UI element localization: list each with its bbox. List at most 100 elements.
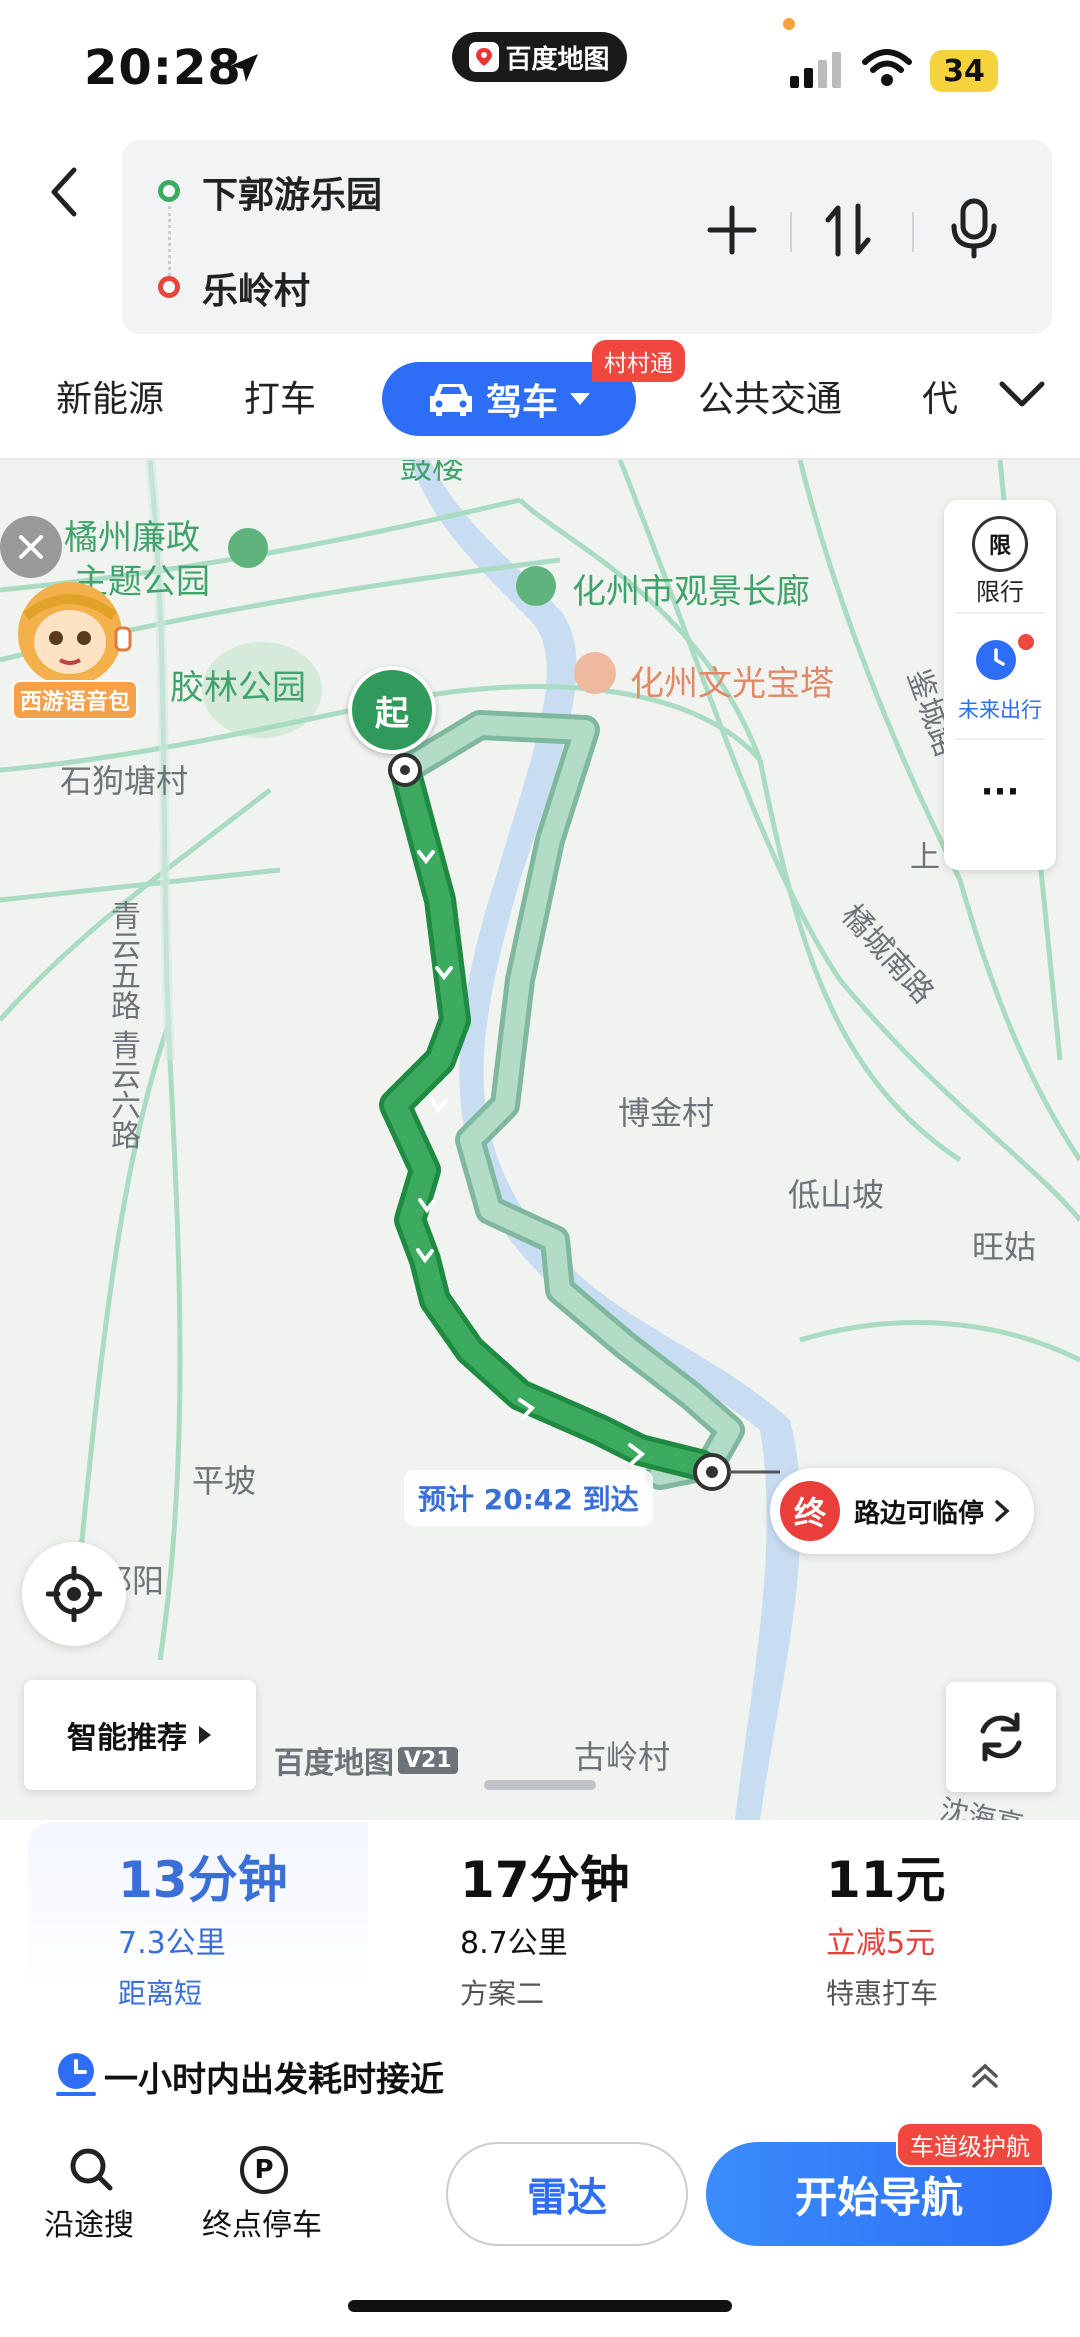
monkey-avatar-icon	[18, 582, 132, 686]
refresh-icon	[980, 1712, 1022, 1762]
destination-parking-label[interactable]: 终点停车	[202, 2200, 322, 2244]
wifi-icon	[862, 48, 912, 92]
map-label: 鼓楼	[400, 460, 465, 486]
close-icon	[19, 535, 43, 559]
home-indicator[interactable]	[348, 2300, 732, 2312]
tab-drive-label: 驾车	[485, 382, 558, 423]
baidu-map-logo-icon	[469, 42, 500, 72]
map-tools-panel: 限 限行 未来出行 ···	[944, 500, 1056, 870]
option-tag: 特惠打车	[826, 1977, 939, 2010]
map-label: 胶林公园	[170, 668, 306, 708]
voice-pack-avatar[interactable]: 西游语音包	[8, 576, 138, 720]
map-label: 化州文光宝塔	[630, 664, 834, 704]
map-label: 化州市观景长廊	[572, 572, 810, 612]
eta-label: 预计 20:42 到达	[404, 1470, 653, 1526]
more-options-icon[interactable]: ···	[944, 775, 1056, 809]
option-distance: 7.3公里	[118, 1926, 226, 1961]
tab-taxi[interactable]: 打车	[244, 370, 316, 422]
map-label: 上	[910, 840, 940, 875]
map-label: 古岭村	[574, 1738, 671, 1776]
future-travel-label[interactable]: 未来出行	[944, 694, 1056, 724]
map-label: 旺姑	[972, 1228, 1037, 1266]
chevron-down-icon	[570, 393, 590, 405]
route-option-1[interactable]: 13分钟 7.3公里 距离短	[118, 1840, 288, 2012]
locate-button[interactable]	[22, 1542, 126, 1646]
start-input[interactable]: 下郭游乐园	[202, 166, 382, 218]
search-icon[interactable]	[68, 2146, 114, 2196]
add-waypoint-icon[interactable]	[706, 204, 758, 260]
notification-dot	[1018, 634, 1034, 650]
map-label: 石狗塘村	[60, 762, 189, 800]
back-button[interactable]	[44, 162, 84, 222]
route-option-2[interactable]: 17分钟 8.7公里 方案二	[460, 1840, 630, 2012]
option-discount: 立减5元	[826, 1926, 936, 1961]
clock-tip-icon	[56, 2052, 98, 2100]
option-tag: 方案二	[460, 1977, 545, 2010]
map-label: 橘州廉政	[64, 518, 200, 558]
option-tag: 距离短	[118, 1977, 203, 2010]
end-marker: 终	[780, 1481, 840, 1541]
depart-tip[interactable]: 一小时内出发耗时接近	[104, 2052, 444, 2101]
option-time: 17分钟	[460, 1851, 630, 1909]
locate-icon	[46, 1566, 102, 1622]
end-input[interactable]: 乐岭村	[202, 262, 310, 314]
smart-recommend-label: 智能推荐	[67, 1721, 187, 1756]
parking-icon[interactable]: P	[240, 2146, 288, 2194]
app-name: 百度地图	[505, 44, 610, 75]
watermark-version: V21	[398, 1746, 458, 1774]
map-label: 博金村	[618, 1094, 715, 1132]
sheet-drag-handle[interactable]	[484, 1780, 596, 1790]
close-voice-pack-button[interactable]	[0, 516, 62, 578]
park-poi-icon	[228, 528, 268, 568]
refresh-route-button[interactable]	[946, 1682, 1056, 1792]
clock-icon[interactable]	[976, 640, 1016, 680]
restrict-label[interactable]: 限行	[944, 572, 1056, 607]
location-arrow-icon	[226, 50, 262, 90]
route-connector	[168, 206, 173, 276]
privacy-indicator	[783, 18, 795, 30]
divider	[912, 212, 914, 252]
map-label: 青云五路 青云六路	[105, 900, 140, 1150]
divider	[956, 612, 1044, 614]
triangle-right-icon	[199, 1726, 211, 1744]
park-poi-icon	[516, 566, 556, 606]
option-distance: 8.7公里	[460, 1926, 568, 1961]
car-icon	[429, 384, 472, 416]
lane-guard-badge: 车道级护航	[896, 2122, 1044, 2167]
start-marker[interactable]: 起	[348, 666, 436, 754]
app-indicator[interactable]: 百度地图	[452, 32, 627, 82]
option-time: 13分钟	[118, 1851, 288, 1909]
radar-button[interactable]: 雷达	[446, 2142, 688, 2246]
restrict-icon[interactable]: 限	[972, 516, 1028, 572]
swap-icon[interactable]	[824, 202, 872, 262]
map-base	[0, 460, 1080, 1820]
signal-icon	[790, 52, 842, 92]
status-time: 20:28	[84, 40, 242, 96]
expand-chevron-icon[interactable]	[998, 380, 1046, 414]
end-dot-icon	[158, 276, 180, 298]
village-badge: 村村通	[592, 340, 685, 382]
landmark-poi-icon	[574, 652, 616, 694]
end-parking-label: 路边可临停	[854, 1498, 985, 1529]
taxi-option[interactable]: 11元 立减5元 特惠打车	[826, 1840, 946, 2012]
search-along-route-label[interactable]: 沿途搜	[44, 2200, 134, 2244]
divider	[790, 212, 792, 252]
chevron-right-icon	[995, 1500, 1010, 1522]
microphone-icon[interactable]	[950, 198, 998, 264]
divider	[956, 738, 1044, 740]
chevron-up-double-icon[interactable]	[970, 2062, 1000, 2094]
smart-recommend-button[interactable]: 智能推荐	[24, 1680, 256, 1790]
tab-transit[interactable]: 公共交通	[698, 370, 842, 422]
option-price: 11元	[826, 1851, 946, 1909]
map-watermark: 百度地图 V21	[274, 1738, 458, 1782]
map-canvas[interactable]: 鼓楼 橘州廉政 主题公园 化州市观景长廊 胶林公园 化州文光宝塔 石狗塘村 青云…	[0, 460, 1080, 1820]
battery-indicator: 34	[930, 50, 998, 92]
start-dot-icon	[158, 180, 180, 202]
map-label: 低山坡	[788, 1176, 885, 1214]
voice-pack-label: 西游语音包	[12, 680, 138, 720]
end-marker-card[interactable]: 终 路边可临停	[770, 1468, 1034, 1554]
watermark-text: 百度地图	[274, 1746, 394, 1781]
route-input-box: 下郭游乐园 乐岭村	[122, 140, 1052, 334]
tab-new-energy[interactable]: 新能源	[56, 370, 164, 422]
tab-more[interactable]: 代	[922, 370, 958, 422]
